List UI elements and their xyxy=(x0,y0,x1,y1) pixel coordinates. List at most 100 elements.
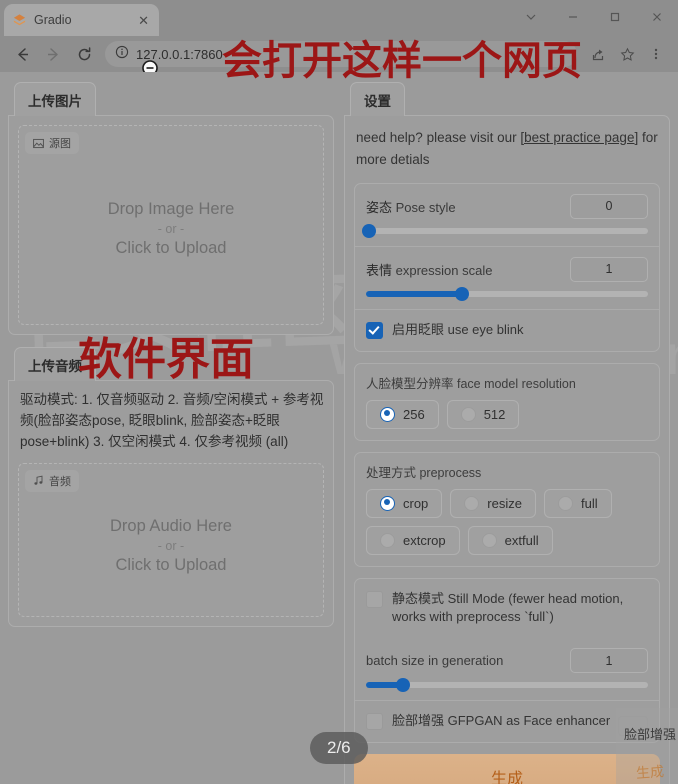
annotation-open-webpage: 会打开这样一个网页 xyxy=(222,38,582,84)
radio-preprocess-full[interactable]: full xyxy=(543,488,612,518)
preprocess-label: 处理方式 preprocess xyxy=(366,465,482,480)
face-model-resolution-label: 人脸模型分辨率 face model resolution xyxy=(366,376,576,391)
batch-size-head: batch size in generation 1 xyxy=(366,648,648,674)
kebab-menu-icon[interactable] xyxy=(642,40,670,68)
page-indicator: 2/6 xyxy=(310,732,368,764)
pose-style-slider[interactable] xyxy=(361,223,648,238)
face-enhancer-checkbox[interactable] xyxy=(366,713,383,731)
info-circle-icon[interactable] xyxy=(115,45,129,64)
radio-dot-extfull[interactable] xyxy=(481,532,497,548)
left-column: 上传图片 源图 Drop Image Here - or - Click to … xyxy=(8,82,334,774)
radio-label-extfull: extfull xyxy=(504,532,539,548)
browser-tab-gradio[interactable]: Gradio ✕ xyxy=(4,4,159,36)
radio-dot-extcrop[interactable] xyxy=(380,532,395,548)
still-mode-checkbox[interactable] xyxy=(366,590,383,608)
preprocess-group: 处理方式 preprocess crop resize full extcrop… xyxy=(354,451,660,567)
music-note-icon xyxy=(33,475,44,486)
radio-preprocess-resize[interactable]: resize xyxy=(450,488,536,518)
radio-label-512: 512 xyxy=(483,406,506,422)
image-dropzone[interactable]: 源图 Drop Image Here - or - Click to Uploa… xyxy=(18,125,324,325)
expression-scale-label: 表情 expression scale xyxy=(366,260,492,279)
image-card-body: 源图 Drop Image Here - or - Click to Uploa… xyxy=(8,115,334,335)
settings-card-body: need help? please visit our [best practi… xyxy=(344,115,670,784)
batch-size-value[interactable]: 1 xyxy=(570,648,648,674)
star-icon[interactable] xyxy=(613,40,641,68)
tab-upload-image[interactable]: 上传图片 xyxy=(14,82,96,116)
pose-style-label-en: Pose style xyxy=(392,199,456,215)
close-icon[interactable] xyxy=(636,0,678,33)
expression-scale-slider-fill xyxy=(366,290,462,297)
radio-label-resize: resize xyxy=(487,495,522,511)
face-model-resolution-options: 256 512 xyxy=(355,399,659,440)
close-icon[interactable]: ✕ xyxy=(136,14,151,27)
drop-audio-text: Drop Audio Here xyxy=(110,516,232,535)
expression-scale-slider[interactable] xyxy=(366,286,648,301)
radio-preprocess-crop[interactable]: crop xyxy=(366,488,443,518)
eye-blink-checkbox[interactable] xyxy=(366,321,383,339)
pose-style-slider-thumb[interactable] xyxy=(361,223,376,238)
maximize-icon[interactable] xyxy=(594,0,636,33)
pose-expression-group: 姿态 Pose style 0 表情 expression scale 1 启用… xyxy=(354,182,660,352)
pose-style-row: 姿态 Pose style 0 xyxy=(355,184,659,247)
image-icon xyxy=(33,138,44,149)
gradio-columns: 上传图片 源图 Drop Image Here - or - Click to … xyxy=(0,72,678,784)
share-icon[interactable] xyxy=(584,40,612,68)
radio-dot-full[interactable] xyxy=(557,495,573,511)
browser-tab-title: Gradio xyxy=(34,13,72,27)
pose-style-value[interactable]: 0 xyxy=(570,193,648,219)
right-column: 设置 need help? please visit our [best pra… xyxy=(344,82,670,784)
generate-button[interactable]: 生成 xyxy=(354,754,660,784)
radio-preprocess-extcrop[interactable]: extcrop xyxy=(366,525,460,555)
radio-label-extcrop: extcrop xyxy=(403,532,446,548)
batch-size-slider[interactable] xyxy=(366,678,648,693)
click-to-upload-audio-text[interactable]: Click to Upload xyxy=(116,556,227,575)
image-or-text: - or - xyxy=(157,222,185,236)
forward-arrow-icon[interactable] xyxy=(39,40,67,68)
radio-dot-256[interactable] xyxy=(380,406,395,422)
batch-size-slider-thumb[interactable] xyxy=(395,678,410,693)
settings-card: 设置 need help? please visit our [best pra… xyxy=(344,82,670,784)
toolbar-right-actions xyxy=(584,40,670,68)
eye-blink-row[interactable]: 启用眨眼 use eye blink xyxy=(355,310,659,351)
radio-label-full: full xyxy=(580,495,598,511)
batch-size-label: batch size in generation xyxy=(366,653,504,669)
expression-scale-label-cn: 表情 xyxy=(366,262,393,278)
driving-mode-description: 驱动模式: 1. 仅音频驱动 2. 音频/空闲模式 + 参考视频(脸部姿态pos… xyxy=(20,392,324,449)
pose-style-label: 姿态 Pose style xyxy=(366,197,456,216)
page-content: 仁安柱区 www.i3zh.com 上传图片 xyxy=(0,72,678,784)
pose-style-head: 姿态 Pose style 0 xyxy=(366,193,648,219)
source-image-badge-label: 源图 xyxy=(49,138,71,150)
tab-settings[interactable]: 设置 xyxy=(350,82,405,116)
still-mode-row[interactable]: 静态模式 Still Mode (fewer head motion, work… xyxy=(355,579,659,639)
audio-or-text: - or - xyxy=(157,538,185,553)
preprocess-options: crop resize full extcrop extfull xyxy=(355,488,659,566)
radio-resolution-256[interactable]: 256 xyxy=(366,399,439,429)
expression-scale-value[interactable]: 1 xyxy=(570,256,648,282)
best-practice-page-link[interactable]: [best practice page] xyxy=(520,130,638,145)
radio-resolution-512[interactable]: 512 xyxy=(446,399,520,429)
ghost-face-enhancer-label: 脸部增强 xyxy=(623,727,676,742)
image-card-tabs: 上传图片 xyxy=(14,82,334,116)
browser-window: Gradio ✕ 127.0.0.1:7860 上传图片 源图 Drop Ima… xyxy=(0,0,678,784)
audio-dropzone[interactable]: 音频 Drop Audio Here - or - Click to Uploa… xyxy=(18,462,324,617)
back-arrow-icon[interactable] xyxy=(8,40,36,68)
help-text-before: need help? please visit our xyxy=(356,130,521,145)
reload-icon[interactable] xyxy=(70,40,98,68)
image-upload-card: 上传图片 源图 Drop Image Here - or - Click to … xyxy=(8,82,334,335)
tab-strip: Gradio ✕ xyxy=(4,4,159,36)
eye-blink-label: 启用眨眼 use eye blink xyxy=(392,321,524,337)
audio-badge-label: 音频 xyxy=(49,475,71,488)
click-to-upload-image-text[interactable]: Click to Upload xyxy=(116,239,227,258)
expression-scale-slider-thumb[interactable] xyxy=(454,286,469,301)
face-enhancer-row[interactable]: 脸部增强 GFPGAN as Face enhancer xyxy=(355,701,659,742)
face-model-resolution-group: 人脸模型分辨率 face model resolution 256 512 xyxy=(354,362,660,441)
generation-options-group: 静态模式 Still Mode (fewer head motion, work… xyxy=(354,577,660,744)
source-image-badge: 源图 xyxy=(25,132,79,154)
radio-label-crop: crop xyxy=(403,495,429,511)
radio-preprocess-extfull[interactable]: extfull xyxy=(467,525,553,555)
still-mode-label: 静态模式 Still Mode (fewer head motion, work… xyxy=(392,590,624,625)
radio-dot-crop[interactable] xyxy=(380,495,395,511)
radio-dot-resize[interactable] xyxy=(464,495,480,511)
radio-dot-512[interactable] xyxy=(460,406,476,422)
settings-card-tabs: 设置 xyxy=(350,82,670,116)
